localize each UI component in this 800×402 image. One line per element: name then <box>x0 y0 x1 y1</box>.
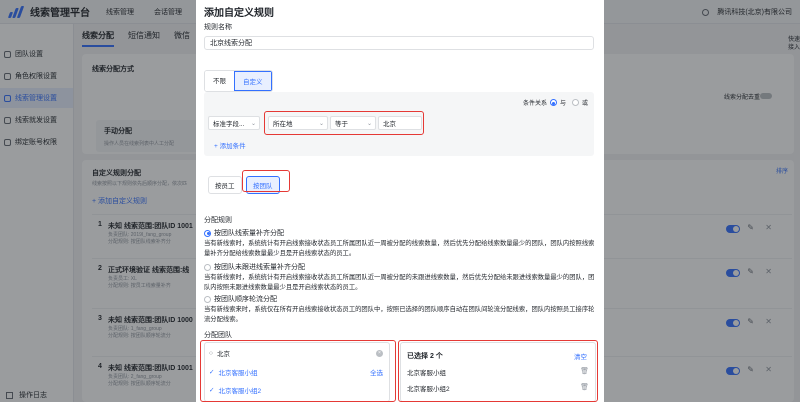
scope-segment: 不限 自定义 <box>204 70 273 92</box>
drawer-title: 添加自定义规则 <box>204 8 274 19</box>
rule-name-input[interactable]: 北京线索分配 <box>204 36 594 50</box>
assign-rule-label: 分配规则 <box>204 217 232 224</box>
option-radio[interactable] <box>204 229 211 237</box>
and-radio[interactable] <box>549 99 557 106</box>
condition-area: 条件关系 与 或 标准字段... ⌄ 所在地 ⌄ 等于 ⌄ 北京 + 添加条件 <box>204 92 594 156</box>
scope-unlimited-tab[interactable]: 不限 <box>205 71 234 91</box>
highlight-box <box>398 340 598 402</box>
quick-access-panel[interactable]: 快速接入 <box>788 36 800 52</box>
assign-by-staff-button[interactable]: 按员工 <box>208 176 242 194</box>
highlight-box <box>242 170 290 192</box>
rule-option-fill[interactable]: 按团队线索量补齐分配 当有新线索时，系统统计有开启线索接收状态员工所属团队近一周… <box>204 228 596 259</box>
highlight-box <box>264 111 424 135</box>
add-rule-drawer: 添加自定义规则 规则名称 北京线索分配 不限 自定义 条件关系 与 或 标准字段… <box>196 0 604 402</box>
option-radio[interactable] <box>204 295 211 303</box>
scope-custom-tab[interactable]: 自定义 <box>234 71 272 91</box>
or-radio[interactable] <box>571 99 579 106</box>
field-type-select[interactable]: 标准字段... ⌄ <box>208 116 260 130</box>
rule-option-round-robin[interactable]: 按团队顺序轮流分配 当有新线索来时，系统仅在所有开启线索接收状态员工的团队中，按… <box>204 294 596 325</box>
chevron-down-icon: ⌄ <box>250 120 256 127</box>
condition-relation: 条件关系 与 或 <box>522 99 588 107</box>
rule-name-label: 规则名称 <box>204 24 232 31</box>
highlight-box <box>200 340 396 402</box>
team-label: 分配团队 <box>204 332 232 339</box>
option-radio[interactable] <box>204 263 211 271</box>
rule-option-unfollowed[interactable]: 按团队未跟进线索量补齐分配 当有新线索时，系统统计有开启线索接收状态员工所属团队… <box>204 262 596 293</box>
add-condition-link[interactable]: + 添加条件 <box>214 140 246 150</box>
